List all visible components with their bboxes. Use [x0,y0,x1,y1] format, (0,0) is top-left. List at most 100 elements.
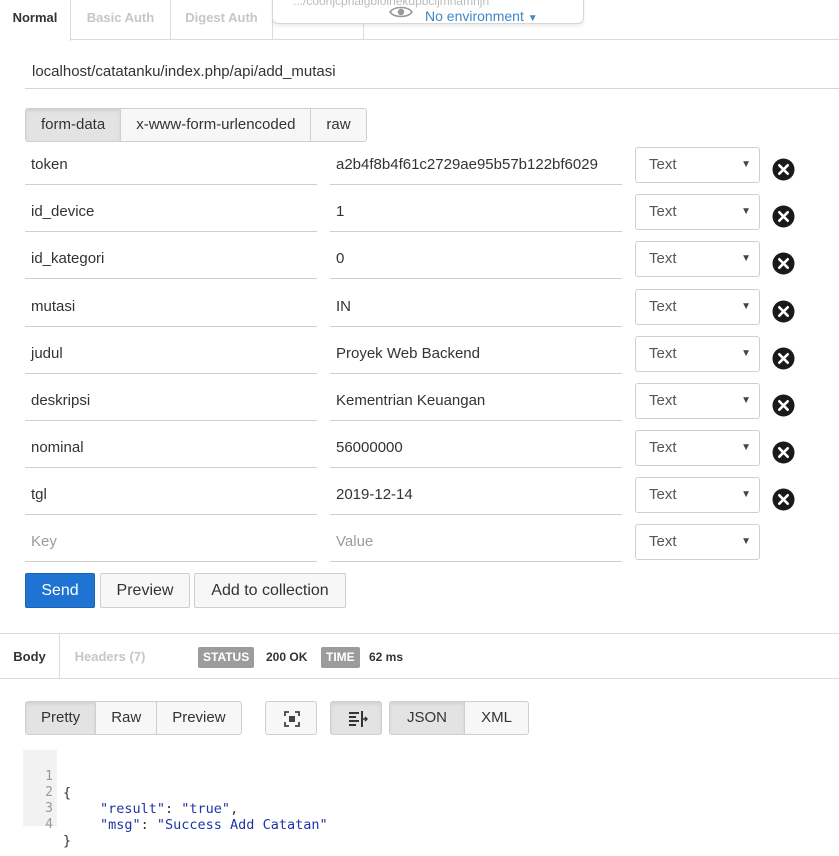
view-raw[interactable]: Raw [96,702,158,734]
url-input[interactable]: localhost/catatanku/index.php/api/add_mu… [25,56,839,89]
param-row: nominal 56000000 Text ▼ [25,430,839,471]
json-value: "Success Add Catatan" [156,817,328,833]
type-label: Text [649,533,677,550]
param-row: tgl 2019-12-14 Text ▼ [25,477,839,518]
tab-body[interactable]: Body [0,634,60,679]
json-key: "msg" [100,817,141,833]
code-line: 2 "result": "true", [23,769,238,817]
time-badge: TIME [321,647,360,668]
line-number: 4 [45,817,53,832]
param-type-select[interactable]: Text ▼ [635,430,760,466]
mode-urlencoded[interactable]: x-www-form-urlencoded [121,109,312,141]
param-key-input[interactable]: token [25,147,317,185]
param-value-input[interactable]: IN [330,289,622,327]
param-value-input[interactable]: 1 [330,194,622,232]
param-key-input[interactable]: nominal [25,430,317,468]
param-value-input[interactable]: 0 [330,241,622,279]
caret-down-icon: ▼ [741,206,751,217]
param-value-input[interactable]: a2b4f8b4f61c2729ae95b57b122bf6029 [330,147,622,185]
param-key-input[interactable]: id_kategori [25,241,317,279]
caret-down-icon: ▼ [741,159,751,170]
status-badge: STATUS [198,647,255,668]
new-key-input[interactable]: Key [25,524,317,562]
param-value-input[interactable]: 56000000 [330,430,622,468]
view-mode-group: Pretty Raw Preview [25,701,242,735]
remove-param-button[interactable] [772,252,795,275]
param-type-select[interactable]: Text ▼ [635,241,760,277]
environment-name: No environment [425,8,524,24]
mode-form-data[interactable]: form-data [26,109,122,141]
close-circle-icon [772,252,795,275]
tab-basic-auth[interactable]: Basic Auth [71,0,171,40]
eye-icon[interactable] [389,5,413,24]
remove-param-button[interactable] [772,488,795,511]
tab-headers[interactable]: Headers (7) [60,634,160,679]
param-type-select[interactable]: Text ▼ [635,147,760,183]
environment-dropdown[interactable]: .../coonjcpnalgbloinekdpbcljmnamhjh No e… [272,0,584,24]
caret-down-icon: ▼ [741,442,751,453]
body-mode-group: form-data x-www-form-urlencoded raw [25,108,367,142]
wrap-lines-button[interactable] [330,701,382,735]
param-key-input[interactable]: id_device [25,194,317,232]
type-label: Text [649,298,677,315]
param-key-input[interactable]: tgl [25,477,317,515]
close-circle-icon [772,205,795,228]
param-type-select[interactable]: Text ▼ [635,194,760,230]
param-type-select[interactable]: Text ▼ [635,383,760,419]
param-key-input[interactable]: deskripsi [25,383,317,421]
param-value-input[interactable]: 2019-12-14 [330,477,622,515]
param-value-input[interactable]: Proyek Web Backend [330,336,622,374]
view-preview[interactable]: Preview [157,702,240,734]
remove-param-button[interactable] [772,300,795,323]
close-circle-icon [772,488,795,511]
type-label: Text [649,203,677,220]
caret-down-icon: ▼ [527,13,538,24]
new-value-input[interactable]: Value [330,524,622,562]
mode-raw[interactable]: raw [311,109,365,141]
remove-param-button[interactable] [772,158,795,181]
remove-param-button[interactable] [772,347,795,370]
code-line: 1 { [23,753,71,801]
type-label: Text [649,439,677,456]
param-key-input[interactable]: judul [25,336,317,374]
url-text: localhost/catatanku/index.php/api/add_mu… [32,63,336,80]
close-circle-icon [772,441,795,464]
environment-select[interactable]: No environment ▼ [425,8,538,24]
close-circle-icon [772,347,795,370]
param-row: id_device 1 Text ▼ [25,194,839,235]
send-button[interactable]: Send [25,573,95,608]
json-sep: : [165,801,182,817]
param-type-select[interactable]: Text ▼ [635,336,760,372]
tab-digest-auth[interactable]: Digest Auth [171,0,273,40]
param-type-select[interactable]: Text ▼ [635,289,760,325]
param-type-select[interactable]: Text ▼ [635,477,760,513]
new-param-row: Key Value Text ▼ [25,524,839,565]
preview-button[interactable]: Preview [100,573,190,608]
param-value-input[interactable]: Kementrian Keuangan [330,383,622,421]
format-group: JSON XML [389,701,529,735]
type-label: Text [649,392,677,409]
response-code: 1 { 2 "result": "true", 3 "msg": "Succes… [23,750,839,849]
add-to-collection-button[interactable]: Add to collection [194,573,346,608]
param-row: mutasi IN Text ▼ [25,289,839,330]
remove-param-button[interactable] [772,441,795,464]
caret-down-icon: ▼ [741,489,751,500]
type-label: Text [649,156,677,173]
fullscreen-button[interactable] [265,701,317,735]
param-key-input[interactable]: mutasi [25,289,317,327]
remove-param-button[interactable] [772,205,795,228]
close-circle-icon [772,394,795,417]
close-circle-icon [772,300,795,323]
type-label: Text [649,345,677,362]
time-value: 62 ms [369,650,404,664]
line-text: } [63,833,72,849]
caret-down-icon: ▼ [741,395,751,406]
view-pretty[interactable]: Pretty [26,702,97,734]
format-xml[interactable]: XML [465,702,528,734]
new-type-select[interactable]: Text ▼ [635,524,760,560]
tab-normal[interactable]: Normal [0,0,71,41]
format-json[interactable]: JSON [390,702,465,734]
param-row: id_kategori 0 Text ▼ [25,241,839,282]
code-line: 3 "msg": "Success Add Catatan" [23,785,327,833]
remove-param-button[interactable] [772,394,795,417]
